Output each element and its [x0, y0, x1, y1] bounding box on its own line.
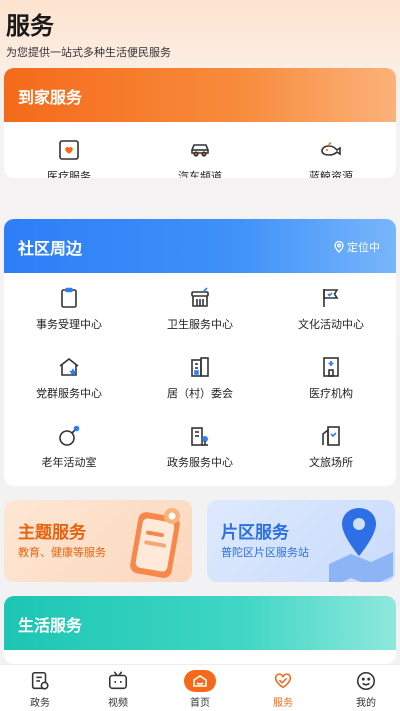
community-hospital-label: 医疗机构 [309, 387, 353, 400]
tab-services-label: 服务 [273, 698, 293, 709]
government-affairs-icon [31, 671, 49, 690]
community-government-label: 政务服务中心 [167, 456, 233, 469]
community-card: 社区周边 定位中 事务受理中心 卫生服务中心 文化活动中心 党群服务中心 居（村… [4, 219, 396, 486]
smiley-icon [356, 671, 376, 691]
location-text: 定位中 [347, 241, 380, 254]
building-icon [191, 357, 209, 377]
community-health-label: 卫生服务中心 [167, 318, 233, 331]
page-title: 服务 [6, 12, 54, 40]
community-title: 社区周边 [18, 239, 83, 258]
ball-icon [59, 425, 80, 446]
community-committee-label: 居（村）委会 [167, 387, 233, 400]
car-icon [191, 144, 209, 157]
tab-home[interactable]: 首页 [160, 665, 240, 711]
community-health-center[interactable]: 卫生服务中心 [135, 286, 265, 332]
service-car-label: 汽车频道 [178, 170, 222, 178]
theme-service-title: 主题服务 [18, 523, 86, 543]
community-culture-center[interactable]: 文化活动中心 [266, 286, 396, 332]
community-culture-label: 文化活动中心 [298, 318, 364, 331]
service-whale[interactable]: 蓝鲸资源 [266, 138, 396, 178]
service-whale-label: 蓝鲸资源 [309, 170, 353, 178]
service-medical[interactable]: 医疗服务 [4, 138, 134, 178]
location-indicator[interactable]: 定位中 [334, 239, 380, 255]
service-car[interactable]: 汽车频道 [135, 138, 265, 178]
community-header: 社区周边 定位中 [4, 219, 396, 273]
community-party-label: 党群服务中心 [36, 387, 102, 400]
community-government-center[interactable]: 政务服务中心 [135, 424, 265, 470]
life-service-header: 生活服务 [4, 596, 396, 650]
tab-government-affairs-label: 政务 [30, 698, 50, 709]
flag-icon [323, 289, 339, 307]
clipboard-icon [61, 287, 77, 308]
community-committee[interactable]: 居（村）委会 [135, 355, 265, 401]
hospital-icon [323, 357, 339, 377]
page-header: 服务 为您提供一站式多种生活便民服务 [0, 0, 400, 70]
house-star-icon [59, 357, 79, 376]
theme-service-card[interactable]: 主题服务 教育、健康等服务 [4, 500, 192, 582]
service-medical-label: 医疗服务 [47, 170, 91, 178]
area-service-title: 片区服务 [221, 523, 289, 543]
location-pin-icon [334, 241, 344, 253]
tab-video-label: 视频 [108, 698, 128, 709]
tab-profile[interactable]: 我的 [326, 665, 400, 711]
community-affairs-center[interactable]: 事务受理中心 [4, 286, 134, 332]
tab-government-affairs[interactable]: 政务 [0, 665, 80, 711]
life-service-title: 生活服务 [18, 616, 83, 635]
community-tourism-label: 文旅场所 [309, 456, 353, 469]
home-service-title: 到家服务 [18, 88, 83, 107]
area-service-card[interactable]: 片区服务 普陀区片区服务站 [207, 500, 395, 582]
community-party-center[interactable]: 党群服务中心 [4, 355, 134, 401]
home-service-header: 到家服务 [4, 68, 396, 122]
home-button-bubble [184, 670, 216, 692]
medical-box-icon [59, 140, 79, 160]
tab-video[interactable]: 视频 [78, 665, 158, 711]
broom-icon [191, 287, 209, 307]
government-building-icon [191, 427, 209, 446]
tab-services[interactable]: 服务 [243, 665, 323, 711]
map-pin-illustration-icon [329, 508, 393, 582]
community-affairs-label: 事务受理中心 [36, 318, 102, 331]
community-elderly-label: 老年活动室 [41, 456, 97, 469]
whale-icon [321, 142, 341, 156]
home-icon [193, 675, 207, 687]
community-hospital[interactable]: 医疗机构 [266, 355, 396, 401]
heart-hands-icon [274, 673, 292, 689]
life-service-card: 生活服务 [4, 596, 396, 664]
page-subtitle: 为您提供一站式多种生活便民服务 [6, 46, 171, 59]
bottom-tab-bar: 政务 视频 首页 服务 我的 [0, 664, 400, 711]
community-elderly-room[interactable]: 老年活动室 [4, 424, 134, 470]
theme-service-subtitle: 教育、健康等服务 [18, 546, 106, 559]
home-service-card: 到家服务 医疗服务 汽车频道 蓝鲸资源 [4, 68, 396, 178]
venue-icon [322, 426, 340, 446]
tv-icon [108, 671, 128, 690]
community-tourism-venue[interactable]: 文旅场所 [266, 424, 396, 470]
area-service-subtitle: 普陀区片区服务站 [221, 546, 309, 559]
phone-illustration-icon [130, 508, 180, 578]
tab-home-label: 首页 [190, 698, 210, 709]
tab-profile-label: 我的 [356, 698, 376, 709]
